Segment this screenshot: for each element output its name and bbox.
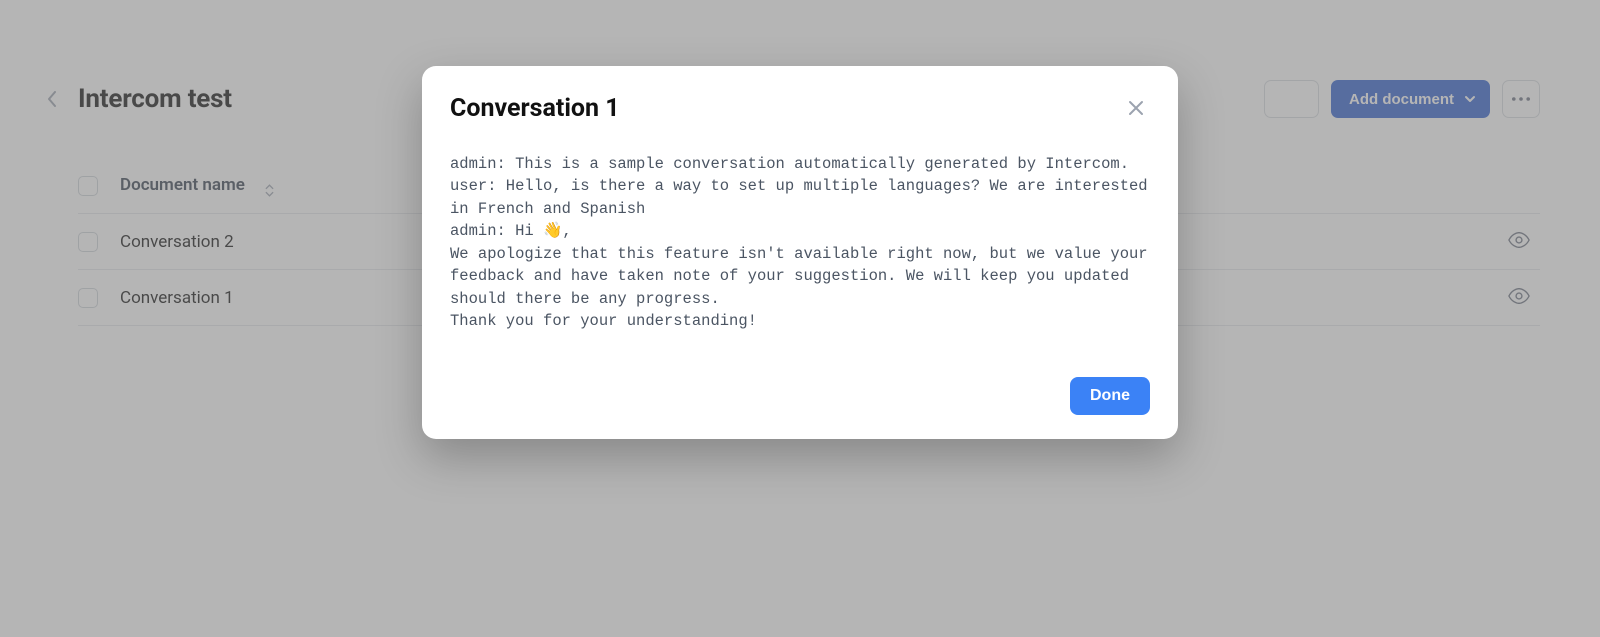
modal-footer: Done xyxy=(450,377,1150,415)
modal-overlay[interactable]: Conversation 1 admin: This is a sample c… xyxy=(0,0,1600,637)
modal-body: admin: This is a sample conversation aut… xyxy=(450,153,1150,333)
close-icon xyxy=(1128,100,1144,116)
modal-title: Conversation 1 xyxy=(450,94,620,123)
done-button[interactable]: Done xyxy=(1070,377,1150,415)
conversation-modal: Conversation 1 admin: This is a sample c… xyxy=(422,66,1178,439)
modal-header: Conversation 1 xyxy=(450,94,1150,123)
close-button[interactable] xyxy=(1122,94,1150,122)
